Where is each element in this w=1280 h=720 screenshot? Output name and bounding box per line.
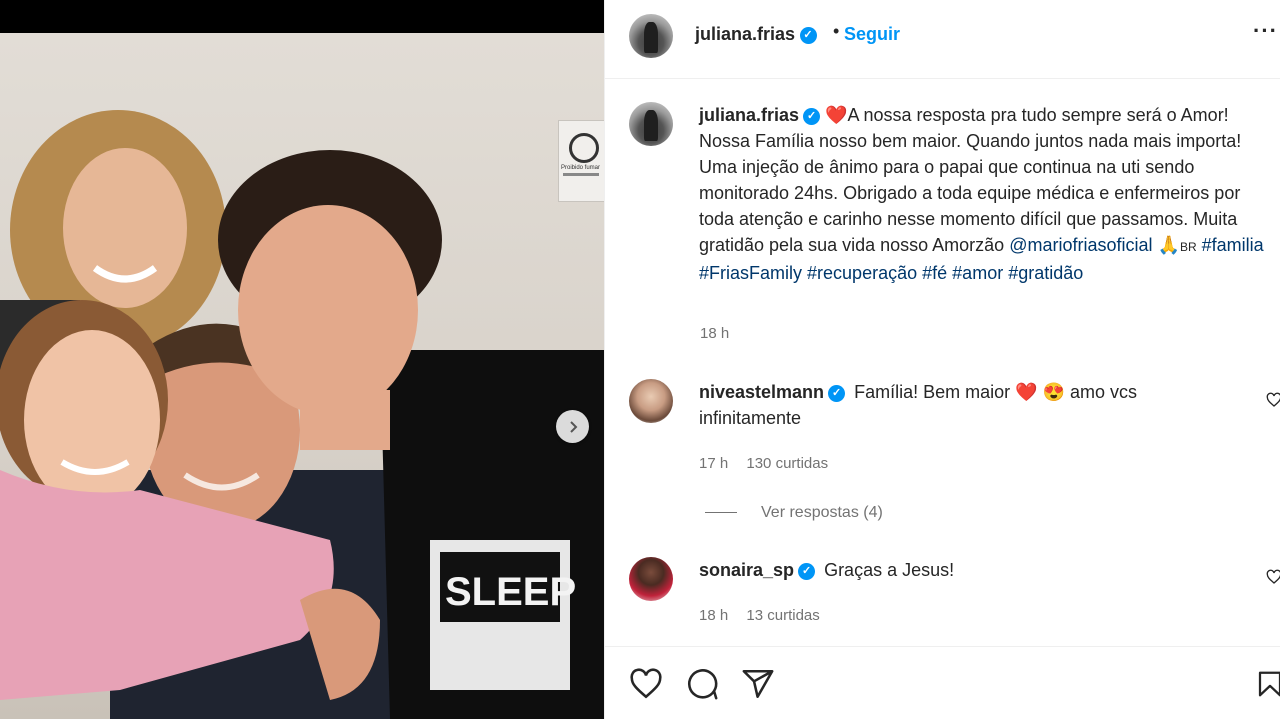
- comment-meta: 17 h 130 curtidas: [699, 455, 842, 472]
- flag-text: BR: [1179, 240, 1197, 254]
- mom-face: [63, 148, 187, 308]
- comment-item: niveastelmann ✓ Família! Bem maior ❤️ 😍 a…: [699, 379, 1219, 431]
- post-header: juliana.frias ✓ • Seguir ···: [605, 0, 1280, 79]
- caption-author-avatar[interactable]: [629, 102, 673, 146]
- post-action-bar: [605, 646, 1280, 720]
- comment-text: Graças a Jesus!: [824, 560, 955, 580]
- comment-emojis: ❤️ 😍: [1015, 382, 1065, 402]
- view-replies-button[interactable]: Ver respostas (4): [705, 504, 883, 522]
- author-name-row: juliana.frias ✓: [695, 24, 817, 45]
- verified-icon: ✓: [828, 384, 846, 402]
- comment-likes[interactable]: 13 curtidas: [746, 607, 819, 624]
- hashtag-link[interactable]: #fé: [922, 263, 947, 283]
- commenter-avatar[interactable]: [629, 557, 673, 601]
- family-illustration: SLEEP: [0, 110, 604, 719]
- comment-likes[interactable]: 130 curtidas: [746, 455, 828, 472]
- verified-icon: ✓: [798, 562, 816, 580]
- author-username[interactable]: juliana.frias: [695, 24, 795, 44]
- commenter-avatar[interactable]: [629, 379, 673, 423]
- caption-time[interactable]: 18 h: [700, 325, 729, 342]
- hashtag-link[interactable]: #FriasFamily: [699, 263, 802, 283]
- heart-icon[interactable]: [629, 667, 663, 701]
- hashtag-link[interactable]: #amor: [952, 263, 1003, 283]
- comment-icon[interactable]: [685, 667, 719, 701]
- chevron-right-icon: [569, 420, 577, 433]
- hashtag-link[interactable]: #gratidão: [1008, 263, 1083, 283]
- post-side-panel: juliana.frias ✓ • Seguir ··· juliana.fri…: [604, 0, 1280, 719]
- caption-text: A nossa resposta pra tudo sempre será o …: [699, 105, 1242, 255]
- son-face: [238, 205, 418, 415]
- heart-icon[interactable]: [1266, 569, 1280, 585]
- post-caption: juliana.frias ✓ ❤️A nossa resposta pra tu…: [699, 102, 1269, 286]
- comment-meta: 18 h 13 curtidas: [699, 607, 834, 624]
- verified-icon: ✓: [799, 27, 817, 45]
- comment-item: sonaira_sp ✓ Graças a Jesus!: [699, 557, 1219, 583]
- comment-time[interactable]: 17 h: [699, 455, 728, 472]
- post-photo[interactable]: Proibido fumar SLEEP: [0, 0, 604, 719]
- more-options-icon[interactable]: ···: [1253, 18, 1278, 44]
- mention-link[interactable]: @mariofriasoficial: [1009, 235, 1152, 255]
- hashtag-link[interactable]: #familia: [1202, 235, 1264, 255]
- comment-time[interactable]: 18 h: [699, 607, 728, 624]
- comment-text: Família! Bem maior: [854, 382, 1011, 402]
- heart-emoji: ❤️: [825, 105, 848, 125]
- comment-username[interactable]: niveastelmann: [699, 382, 824, 402]
- next-photo-button[interactable]: [556, 410, 589, 443]
- caption-username[interactable]: juliana.frias: [699, 105, 799, 125]
- hashtag-link[interactable]: #recuperação: [807, 263, 917, 283]
- heart-icon[interactable]: [1266, 392, 1280, 408]
- pray-emoji: 🙏: [1157, 235, 1180, 255]
- author-avatar[interactable]: [629, 14, 673, 58]
- bookmark-icon[interactable]: [1255, 667, 1280, 701]
- share-icon[interactable]: [741, 667, 775, 701]
- comment-username[interactable]: sonaira_sp: [699, 560, 794, 580]
- verified-icon: ✓: [803, 107, 821, 125]
- view-replies-label: Ver respostas (4): [761, 504, 883, 521]
- girl-face: [24, 330, 160, 510]
- follow-button[interactable]: Seguir: [844, 24, 900, 45]
- shirt-print: SLEEP: [445, 570, 576, 614]
